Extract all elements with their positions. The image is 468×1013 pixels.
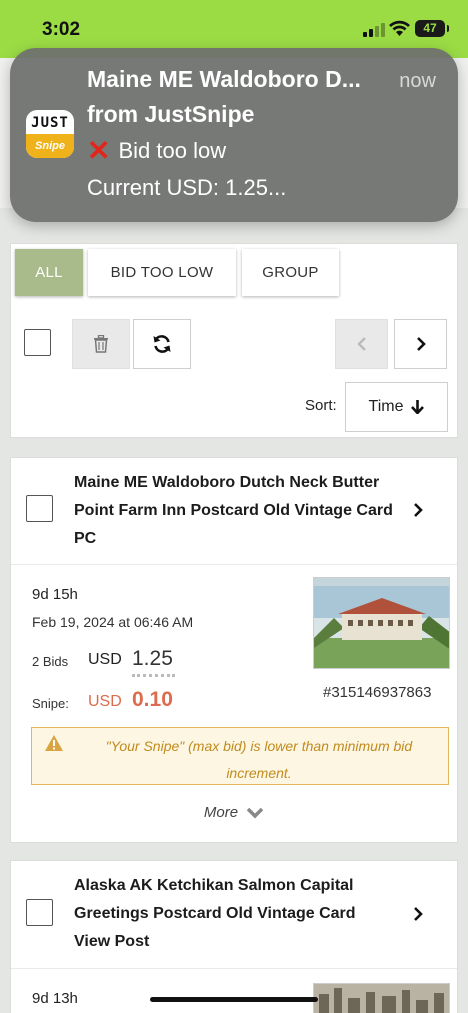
- warning-icon: [45, 735, 63, 751]
- postcard-image: [314, 578, 449, 668]
- currency: USD: [88, 651, 122, 668]
- refresh-button[interactable]: [133, 319, 191, 369]
- arrow-down-icon: [411, 400, 425, 414]
- listing-checkbox[interactable]: [26, 495, 53, 522]
- sort-value: Time: [368, 398, 404, 415]
- listing-card: Maine ME Waldoboro Dutch Neck Butter Poi…: [10, 457, 458, 843]
- cross-mark-icon: ✕: [87, 135, 111, 166]
- snipe-currency: USD: [88, 693, 122, 710]
- chevron-right-icon: [416, 337, 426, 351]
- end-date: Feb 19, 2024 at 06:46 AM: [32, 614, 194, 630]
- sort-dropdown[interactable]: Time: [345, 382, 448, 432]
- battery-icon: 47: [415, 20, 449, 37]
- listing-checkbox[interactable]: [26, 899, 53, 926]
- listing-thumbnail[interactable]: [313, 577, 450, 669]
- wifi-icon: [389, 20, 410, 36]
- postcard-image: [314, 984, 449, 1013]
- tab-all[interactable]: ALL: [15, 249, 83, 296]
- notification-status: ✕ Bid too low: [87, 135, 227, 166]
- chevron-right-icon[interactable]: [413, 906, 423, 922]
- more-toggle[interactable]: More: [11, 804, 457, 821]
- notification-subtitle: from JustSnipe: [87, 101, 255, 127]
- current-price[interactable]: 1.25: [132, 647, 175, 677]
- warning-text: "Your Snipe" (max bid) is lower than min…: [105, 738, 413, 781]
- snipe-label: Snipe:: [32, 696, 69, 711]
- chevron-right-icon[interactable]: [413, 502, 423, 518]
- prev-page-button[interactable]: [335, 319, 388, 369]
- listing-title[interactable]: Maine ME Waldoboro Dutch Neck Butter Poi…: [74, 469, 394, 553]
- refresh-icon: [153, 335, 171, 353]
- chevron-down-icon: [246, 807, 264, 818]
- justsnipe-app-icon: JUST Snipe: [26, 110, 74, 158]
- item-id: #315146937863: [323, 684, 432, 701]
- warning-alert: "Your Snipe" (max bid) is lower than min…: [31, 727, 449, 785]
- sort-label: Sort:: [305, 397, 337, 414]
- delete-button[interactable]: [72, 319, 130, 369]
- notification-title: Maine ME Waldoboro D...: [87, 66, 361, 92]
- notification-time: now: [399, 70, 436, 92]
- divider: [11, 968, 457, 969]
- select-all-checkbox[interactable]: [24, 329, 51, 356]
- time-left: 9d 15h: [32, 586, 78, 603]
- bid-count: 2 Bids: [32, 654, 69, 669]
- tab-group[interactable]: GROUP: [242, 249, 339, 296]
- time-left: 9d 13h: [32, 990, 78, 1007]
- divider: [11, 564, 457, 565]
- home-indicator[interactable]: [150, 997, 318, 1002]
- listing-card: Alaska AK Ketchikan Salmon Capital Greet…: [10, 860, 458, 1013]
- chevron-left-icon: [356, 337, 366, 351]
- push-notification[interactable]: JUST Snipe Maine ME Waldoboro D... now f…: [10, 48, 458, 222]
- cellular-signal-icon: [363, 23, 385, 37]
- listing-title[interactable]: Alaska AK Ketchikan Salmon Capital Greet…: [74, 872, 394, 956]
- clock: 3:02: [42, 19, 81, 40]
- trash-icon: [94, 335, 108, 353]
- notification-detail: Current USD: 1.25...: [87, 175, 287, 200]
- snipe-amount[interactable]: 0.10: [132, 688, 173, 712]
- tab-bid-too-low[interactable]: BID TOO LOW: [88, 249, 236, 296]
- listing-thumbnail[interactable]: [313, 983, 450, 1013]
- next-page-button[interactable]: [394, 319, 447, 369]
- filter-toolbar-card: ALL BID TOO LOW GROUP Sort: Time: [10, 243, 458, 438]
